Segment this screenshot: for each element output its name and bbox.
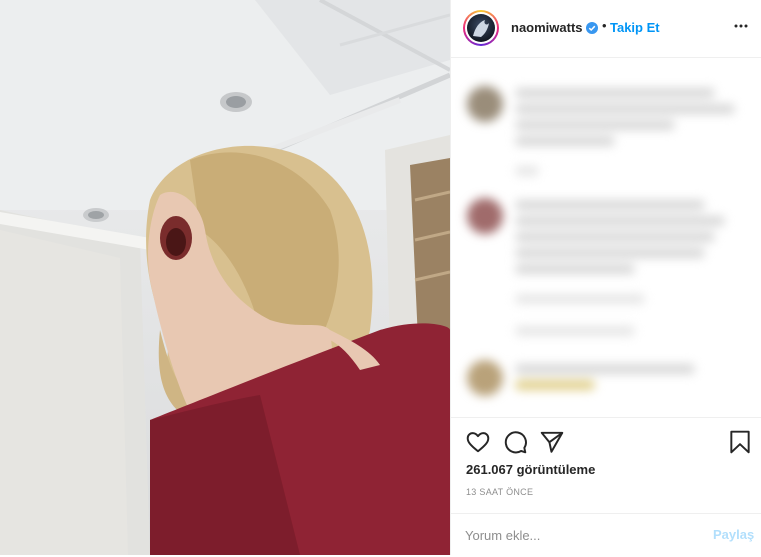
more-options-icon[interactable] bbox=[733, 18, 749, 34]
verified-badge-icon bbox=[586, 21, 598, 34]
paper-plane-icon[interactable] bbox=[539, 429, 565, 455]
video-frame-illustration bbox=[0, 0, 450, 555]
post-actions: 261.067 görüntüleme 13 SAAT ÖNCE Paylaş bbox=[451, 417, 761, 556]
post-sidebar: naomiwatts • Takip Et 261.067 görüntülem… bbox=[450, 0, 761, 555]
story-ring[interactable] bbox=[463, 10, 499, 46]
post-header: naomiwatts • Takip Et bbox=[451, 0, 761, 58]
follow-button[interactable]: Takip Et bbox=[610, 20, 660, 35]
post-video[interactable] bbox=[0, 0, 450, 555]
comment-input[interactable] bbox=[465, 524, 695, 546]
comment-bubble-icon[interactable] bbox=[502, 429, 528, 455]
comments-list[interactable] bbox=[451, 58, 761, 416]
post-timestamp[interactable]: 13 SAAT ÖNCE bbox=[466, 487, 533, 497]
post-comment-button[interactable]: Paylaş bbox=[713, 527, 754, 542]
separator-dot: • bbox=[602, 18, 607, 33]
view-count[interactable]: 261.067 görüntüleme bbox=[466, 462, 595, 477]
username-link[interactable]: naomiwatts bbox=[511, 20, 583, 35]
heart-icon[interactable] bbox=[465, 429, 491, 455]
bookmark-icon[interactable] bbox=[727, 429, 753, 455]
avatar bbox=[467, 14, 495, 42]
comment-composer: Paylaş bbox=[451, 513, 761, 557]
